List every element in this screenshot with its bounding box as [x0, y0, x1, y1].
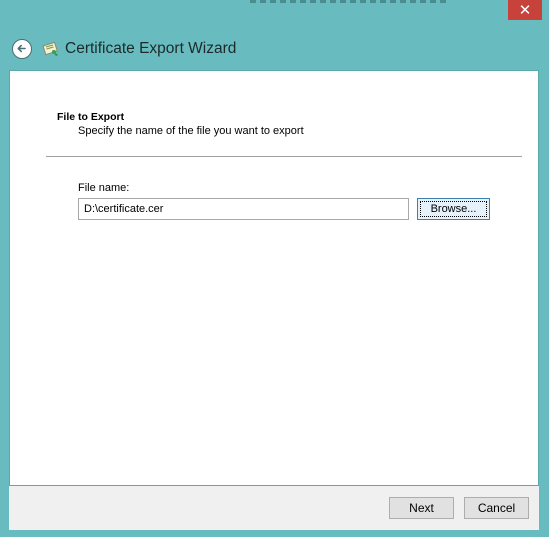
back-button[interactable]: [12, 39, 32, 59]
cancel-button[interactable]: Cancel: [464, 497, 529, 519]
close-button[interactable]: ✕: [508, 0, 542, 20]
file-name-label: File name:: [78, 182, 130, 194]
page-subheading: Specify the name of the file you want to…: [78, 125, 304, 137]
window-title: Certificate Export Wizard: [65, 40, 237, 57]
next-button[interactable]: Next: [389, 497, 454, 519]
wizard-footer: Next Cancel: [9, 486, 539, 530]
wizard-window: ✕ Certificate Export Wizard File to Expo…: [0, 0, 549, 537]
divider: [46, 156, 522, 157]
window-bottom-border: [0, 530, 549, 537]
close-icon: ✕: [518, 1, 532, 19]
file-name-input[interactable]: [78, 198, 409, 220]
title-bar: ✕ Certificate Export Wizard: [0, 0, 549, 70]
back-arrow-icon: [17, 44, 26, 53]
browse-button[interactable]: Browse...: [417, 198, 490, 220]
page-heading: File to Export: [57, 111, 125, 123]
focus-rectangle: [420, 201, 487, 217]
wizard-content: File to Export Specify the name of the f…: [9, 70, 539, 486]
certificate-icon: [42, 41, 58, 56]
